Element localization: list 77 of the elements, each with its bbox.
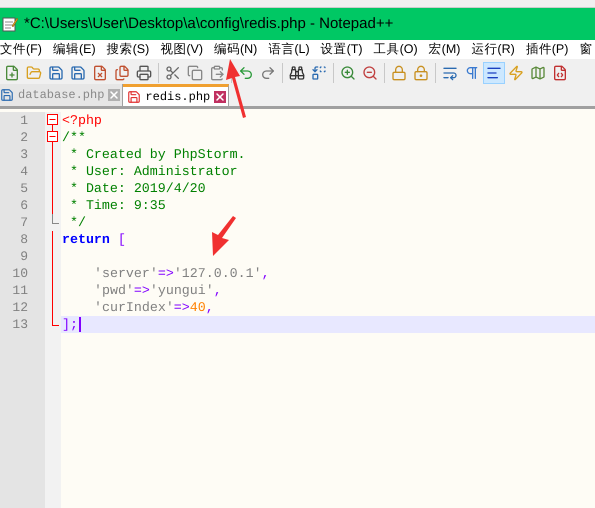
window-title: *C:\Users\User\Desktop\a\config\redis.php - Notepad++ <box>24 14 394 34</box>
line-number: 5 <box>20 180 28 197</box>
code-line: <?php <box>62 112 102 129</box>
menu-item[interactable]: 语言(L) <box>268 40 310 59</box>
annotation-arrow <box>226 59 246 118</box>
map-icon <box>530 64 546 80</box>
menu-item[interactable]: 运行(R) <box>471 40 515 59</box>
notepad-icon <box>2 16 18 32</box>
zoom-out-icon <box>362 64 378 80</box>
lightning-icon <box>508 64 524 80</box>
close-all-icon <box>114 64 130 80</box>
lock-icon <box>413 64 429 80</box>
menu-item[interactable]: 工具(O) <box>374 40 418 59</box>
line-number: 13 <box>12 316 28 333</box>
text-cursor <box>78 317 81 332</box>
save-all-icon <box>70 64 86 80</box>
line-number: 12 <box>12 299 28 316</box>
close-file-icon <box>92 64 108 80</box>
zoom-in-icon <box>340 64 356 80</box>
tab-label: redis.php <box>145 88 210 106</box>
toolbar-button[interactable] <box>483 62 505 84</box>
code-line: * Date: 2019/4/20 <box>68 180 206 197</box>
code-line: * Time: 9:35 <box>68 197 166 214</box>
file-tab[interactable]: redis.php <box>123 84 230 106</box>
line-number: 6 <box>20 197 28 214</box>
annotation-arrow <box>212 216 236 256</box>
document-icon <box>552 64 568 80</box>
close-icon[interactable] <box>214 90 226 102</box>
code-line: ]; <box>62 316 78 333</box>
code-line: return [ <box>62 231 126 248</box>
new-file-icon <box>4 64 20 80</box>
printer-icon <box>136 64 152 80</box>
pilcrow-icon <box>464 64 480 80</box>
menu-item[interactable]: 窗 <box>579 40 592 59</box>
save-icon <box>127 90 142 104</box>
menu-item[interactable]: 视图(V) <box>160 40 203 59</box>
tab-label: database.php <box>18 87 104 104</box>
binoculars-icon <box>289 64 305 80</box>
line-number: 3 <box>20 146 28 163</box>
folder-icon <box>26 64 42 80</box>
menu-item[interactable]: 设置(T) <box>320 40 363 59</box>
save-icon <box>48 64 64 80</box>
menu-item[interactable]: 搜索(S) <box>106 40 150 59</box>
menu-item[interactable]: 插件(P) <box>526 40 568 59</box>
line-number: 8 <box>20 231 28 248</box>
replace-icon <box>311 64 327 80</box>
menu-item[interactable]: 编码(N) <box>214 40 258 59</box>
menu-item[interactable]: 宏(M) <box>428 40 460 59</box>
line-number: 7 <box>20 214 28 231</box>
code-line: 'curIndex'=>40, <box>94 299 214 316</box>
code-line: 'pwd'=>'yungui', <box>94 282 222 299</box>
code-line: * Created by PhpStorm. <box>68 146 246 163</box>
code-line: * User: Administrator <box>68 163 238 180</box>
paste-icon <box>209 64 225 80</box>
wrap-icon <box>442 64 458 80</box>
code-line: 'server'=>'127.0.0.1', <box>94 265 270 282</box>
menu-item[interactable]: 文件(F) <box>0 40 42 59</box>
lock-icon <box>391 64 407 80</box>
line-number: 2 <box>20 129 28 146</box>
save-icon <box>0 88 14 102</box>
fold-end-mark <box>52 214 59 224</box>
fold-end-mark <box>52 316 59 326</box>
menu-item[interactable]: 编辑(E) <box>52 40 96 59</box>
indent-guide-icon <box>486 64 502 80</box>
line-number: 11 <box>12 282 28 299</box>
fold-icon[interactable] <box>47 112 58 129</box>
line-number: 4 <box>20 163 28 180</box>
code-line: */ <box>68 214 86 231</box>
line-number: 10 <box>12 265 28 282</box>
copy-icon <box>187 64 203 80</box>
scissors-icon <box>165 64 181 80</box>
line-number: 9 <box>20 248 28 265</box>
fold-icon[interactable] <box>47 129 58 146</box>
code-line: /** <box>62 129 86 146</box>
line-number: 1 <box>20 112 28 129</box>
redo-icon <box>260 64 276 80</box>
undo-icon <box>238 64 254 80</box>
